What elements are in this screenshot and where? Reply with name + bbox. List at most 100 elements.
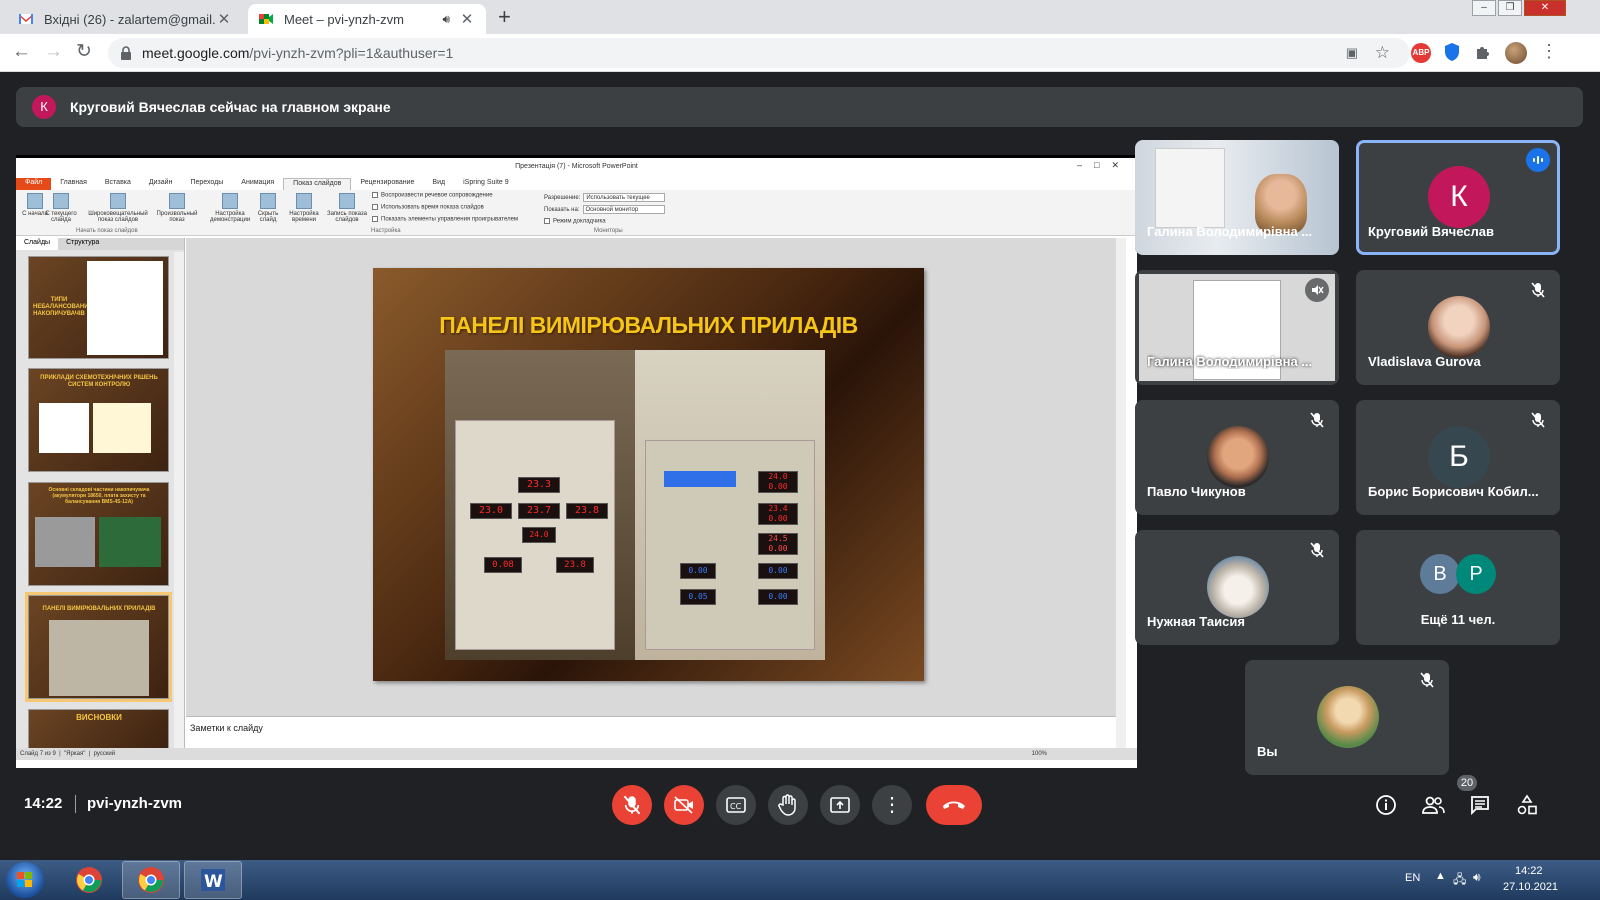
profile-avatar[interactable]	[1505, 42, 1527, 64]
mic-off-icon	[1526, 278, 1550, 302]
pane-tab-outline: Структура	[66, 239, 100, 246]
ribbon-tab-file: Файл	[16, 178, 52, 190]
resolution-select: Разрешение: Использовать текущее	[544, 193, 666, 202]
url-text: meet.google.com/pvi-ynzh-zvm?pli=1&authu…	[142, 45, 453, 61]
meeting-details-button[interactable]	[1374, 793, 1398, 817]
thumbnail-title: ВИСНОВКИ	[76, 713, 122, 722]
leave-call-button[interactable]	[926, 785, 982, 825]
ribbon-group-label: Настройка	[371, 228, 401, 234]
meeting-controls-bar: 14:22 pvi-ynzh-zvm CC ⋮ 20	[0, 775, 1600, 840]
participant-tile[interactable]: Нужная Таисия	[1135, 530, 1339, 645]
info-icon	[1376, 795, 1396, 815]
network-icon[interactable]: 🖧︎	[1453, 870, 1466, 891]
mic-toggle-button[interactable]	[612, 785, 652, 825]
ribbon-btn-broadcast: Широковещательный показ слайдов	[88, 193, 148, 223]
more-vert-icon: ⋮	[882, 794, 902, 816]
taskbar-chrome[interactable]	[60, 861, 118, 899]
mic-off-icon	[1305, 538, 1329, 562]
volume-icon[interactable]: 🔊︎	[1473, 870, 1481, 885]
present-screen-button[interactable]	[820, 785, 860, 825]
tab-meet[interactable]: Meet – pvi-ynzh-zvm 🔊︎ ✕	[248, 4, 486, 34]
extensions-puzzle-icon[interactable]	[1474, 43, 1492, 61]
participant-name: Нужная Таисия	[1147, 614, 1245, 629]
camera-off-icon	[674, 796, 693, 814]
participants-button[interactable]	[1421, 793, 1445, 817]
close-tab-icon[interactable]: ✕	[215, 10, 233, 28]
meter-box-left: 23.3 23.0 23.7 23.8 24.0 0.08 23.8	[455, 420, 615, 650]
current-slide: ПАНЕЛІ ВИМІРЮВАЛЬНИХ ПРИЛАДІВ 23.3 23.0 …	[373, 268, 924, 681]
chat-button[interactable]	[1468, 793, 1492, 817]
ribbon-tab: Дизайн	[148, 179, 173, 186]
close-window-button[interactable]: ✕	[1524, 0, 1566, 16]
more-options-button[interactable]: ⋮	[872, 785, 912, 825]
slide-title: ПАНЕЛІ ВИМІРЮВАЛЬНИХ ПРИЛАДІВ	[439, 312, 858, 338]
status-zoom: 100%	[1031, 751, 1047, 757]
checkbox-media-controls: Показать элементы управления проигрывате…	[372, 216, 518, 223]
star-icon[interactable]: ☆	[1375, 43, 1390, 63]
powerpoint-window-controls: –□✕	[1077, 160, 1131, 170]
restore-button[interactable]: ❐	[1498, 0, 1522, 16]
slides-pane: Слайды Структура ТИПИ НЕБАЛАНСОВАНИХ НАК…	[16, 238, 185, 749]
raise-hand-button[interactable]	[768, 785, 808, 825]
participant-tile-self[interactable]: Вы	[1245, 660, 1449, 775]
ribbon-tab: Переходы	[190, 179, 224, 186]
start-button[interactable]	[6, 862, 44, 898]
readout: 23.0	[470, 503, 512, 519]
presenting-text: Круговий Вячеслав сейчас на главном экра…	[70, 99, 391, 115]
ribbon-tabs: Файл Главная Вставка Дизайн Переходы Ани…	[16, 178, 1137, 190]
camera-blocked-icon[interactable]: ▣	[1346, 45, 1358, 61]
activities-button[interactable]	[1515, 793, 1539, 817]
participant-tile[interactable]: Vladislava Gurova	[1356, 270, 1560, 385]
shield-extension-icon[interactable]	[1443, 42, 1461, 62]
people-icon	[1422, 796, 1445, 814]
participant-tile[interactable]: Галина Володимирівна ...	[1135, 140, 1339, 255]
minimize-button[interactable]: –	[1472, 0, 1496, 16]
powerpoint-statusbar: Слайд 7 из 9 | "Яркая" | русский 100%	[16, 748, 1137, 760]
tab-title: Вхідні (26) - zalartem@gmail.com	[44, 11, 215, 27]
taskbar-date[interactable]: 27.10.2021	[1503, 881, 1558, 893]
tab-gmail[interactable]: Вхідні (26) - zalartem@gmail.com ✕	[8, 4, 243, 34]
ribbon-tab: Главная	[60, 179, 87, 186]
slide-photo: 23.3 23.0 23.7 23.8 24.0 0.08 23.8 24.0 0…	[445, 350, 825, 660]
show-on-select: Показать на: Основной монитор	[544, 205, 665, 214]
address-bar[interactable]: meet.google.com/pvi-ynzh-zvm?pli=1&authu…	[108, 38, 1410, 68]
close-tab-icon[interactable]: ✕	[458, 10, 476, 28]
back-icon[interactable]: ←	[12, 41, 31, 63]
ribbon: С начала С текущего слайда Широковещател…	[16, 190, 1137, 236]
readout: 0.00	[758, 589, 798, 605]
photo-left: 23.3 23.0 23.7 23.8 24.0 0.08 23.8	[445, 350, 635, 660]
mic-off-icon	[1305, 408, 1329, 432]
forward-icon[interactable]: →	[44, 41, 63, 63]
reload-icon[interactable]: ↻	[76, 41, 92, 63]
participant-tile[interactable]: Б Борис Борисович Кобил...	[1356, 400, 1560, 515]
participant-avatar: Р	[1456, 554, 1496, 594]
participant-name: Галина Володимирівна ...	[1147, 354, 1313, 369]
taskbar-time[interactable]: 14:22	[1515, 865, 1543, 877]
thumbnail-figure	[35, 517, 95, 567]
taskbar-word[interactable]: W	[184, 861, 242, 899]
adblock-plus-icon[interactable]: ABP	[1411, 43, 1431, 63]
meeting-time: 14:22	[24, 795, 63, 812]
chrome-menu-icon[interactable]: ⋮	[1540, 40, 1558, 62]
readout: 0.08	[484, 557, 522, 573]
participant-tile[interactable]: Павло Чикунов	[1135, 400, 1339, 515]
taskbar-chrome-active[interactable]	[122, 861, 180, 899]
participant-tile-speaking[interactable]: К Круговий Вячеслав	[1356, 140, 1560, 255]
input-language[interactable]: EN	[1405, 872, 1420, 884]
participant-name: Вы	[1257, 744, 1278, 759]
participant-name: Галина Володимирівна ...	[1147, 224, 1313, 239]
word-icon: W	[201, 869, 225, 892]
status-theme: "Яркая"	[64, 751, 86, 757]
slide-thumbnail: ПРИКЛАДИ СХЕМОТЕХНІЧНИХ РІШЕНЬ СИСТЕМ КО…	[28, 368, 169, 472]
participant-tile-screen[interactable]: Галина Володимирівна ...	[1135, 270, 1339, 385]
captions-button[interactable]: CC	[716, 785, 756, 825]
speaker-icon[interactable]: 🔊︎	[442, 12, 450, 27]
more-participants-tile[interactable]: В Р Ещё 11 чел.	[1356, 530, 1560, 645]
mic-off-icon	[1415, 668, 1439, 692]
tab-title: Meet – pvi-ynzh-zvm	[284, 11, 404, 27]
checkbox-narration: Воспроизвести речевое сопровождение	[372, 192, 493, 199]
camera-toggle-button[interactable]	[664, 785, 704, 825]
tray-expand-icon[interactable]: ▲	[1435, 870, 1446, 882]
participant-avatar: К	[1428, 166, 1490, 228]
new-tab-button[interactable]: +	[498, 5, 511, 29]
